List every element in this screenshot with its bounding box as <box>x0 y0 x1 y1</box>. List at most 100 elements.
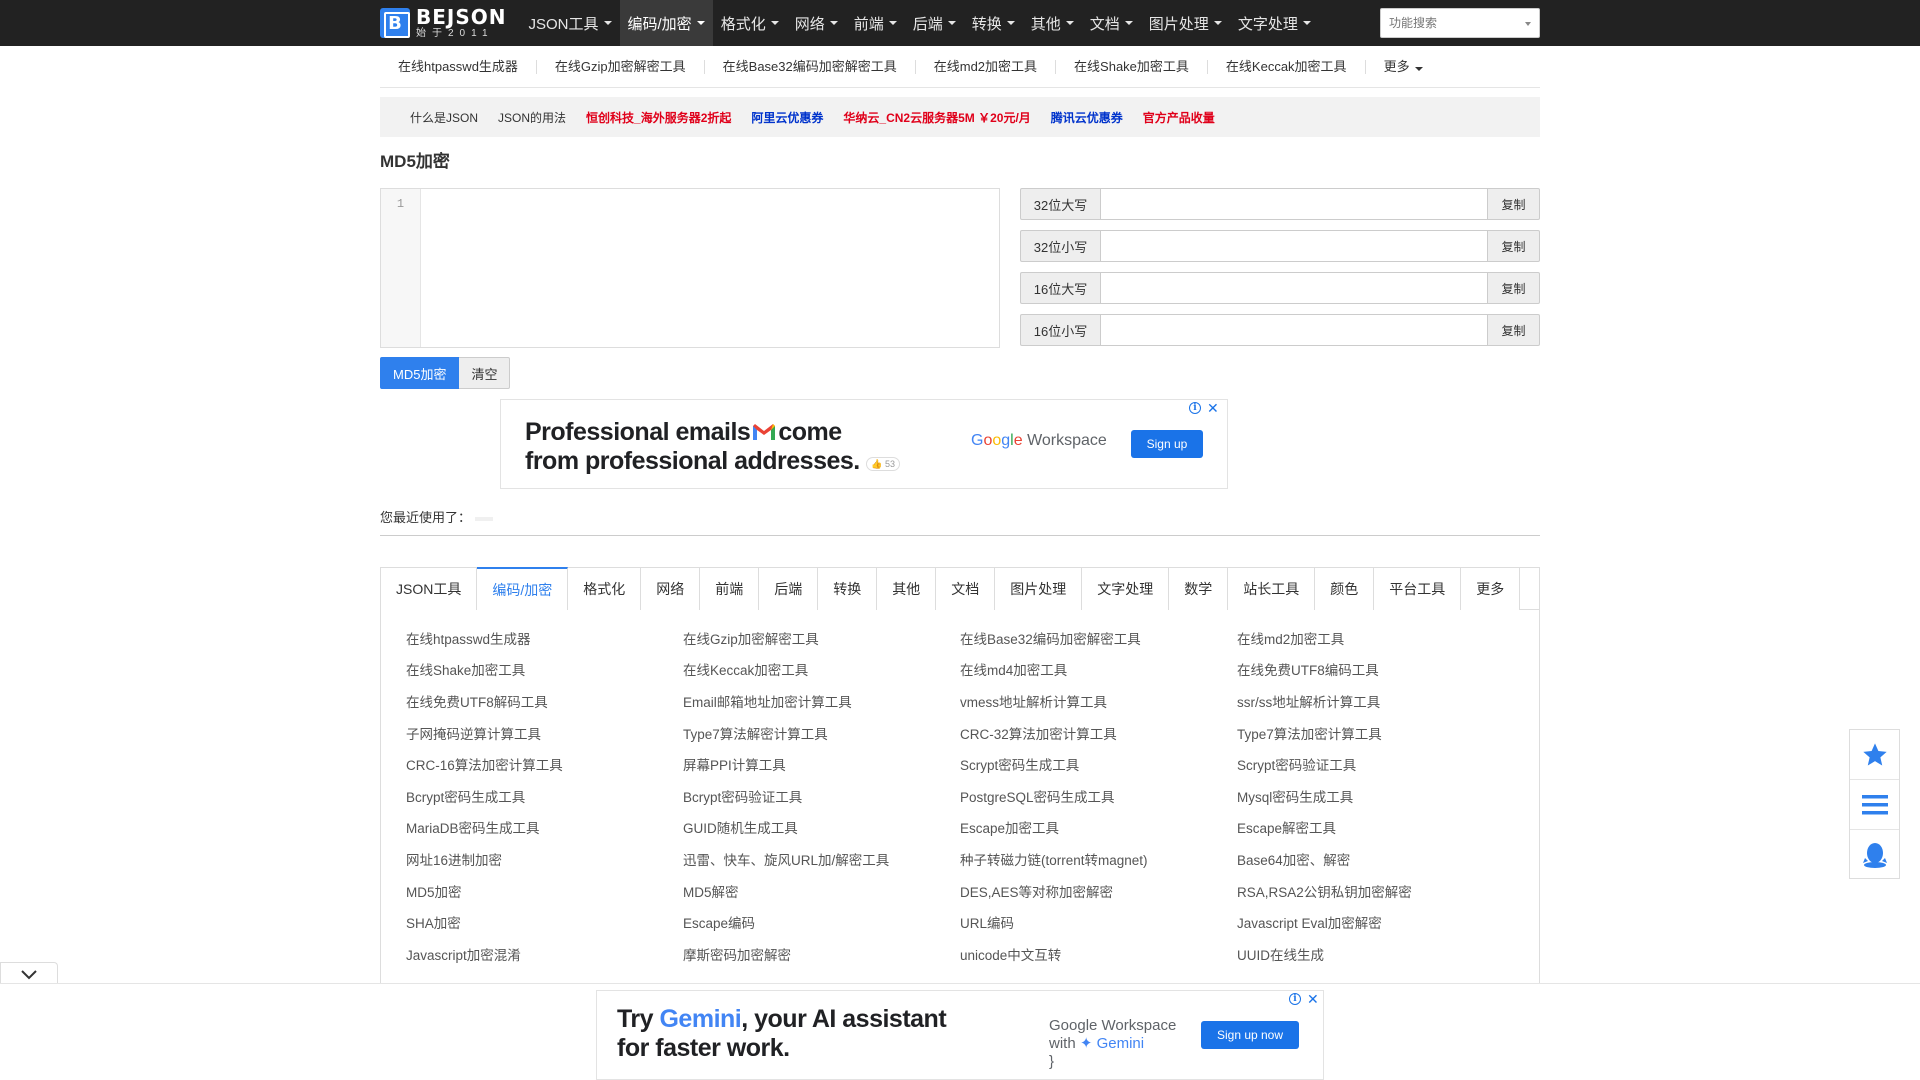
category-tab[interactable]: 前端 <box>700 568 760 610</box>
top-nav-item[interactable]: JSON工具 <box>521 0 620 46</box>
result-output-field[interactable] <box>1100 188 1488 220</box>
close-icon[interactable]: ✕ <box>1207 401 1219 415</box>
close-icon[interactable]: ✕ <box>1307 992 1319 1006</box>
notice-link[interactable]: 什么是JSON <box>410 109 478 126</box>
tool-link[interactable]: Type7算法解密计算工具 <box>683 717 960 749</box>
md5-encrypt-button[interactable]: MD5加密 <box>380 357 460 389</box>
tool-link[interactable]: UUID在线生成 <box>1237 938 1514 970</box>
tool-link[interactable]: SHA加密 <box>406 906 683 938</box>
tool-link[interactable]: DES,AES等对称加密解密 <box>960 875 1237 907</box>
notice-link[interactable]: 阿里云优惠券 <box>751 109 823 126</box>
category-tab[interactable]: JSON工具 <box>381 568 478 610</box>
tool-link[interactable]: 在线md2加密工具 <box>1237 622 1514 654</box>
tool-link[interactable]: 在线Gzip加密解密工具 <box>683 622 960 654</box>
subnav-link[interactable]: 在线Gzip加密解密工具 <box>537 59 705 74</box>
top-nav-item[interactable]: 编码/加密 <box>619 0 713 46</box>
tool-link[interactable]: Bcrypt密码生成工具 <box>406 780 683 812</box>
tool-link[interactable]: MD5加密 <box>406 875 683 907</box>
tool-link[interactable]: 在线Base32编码加密解密工具 <box>960 622 1237 654</box>
tool-link[interactable]: Javascript Eval加密解密 <box>1237 906 1514 938</box>
top-nav-item[interactable]: 后端 <box>905 0 964 46</box>
category-tab[interactable]: 后端 <box>759 568 819 610</box>
qq-contact-button[interactable] <box>1850 830 1899 880</box>
notice-link[interactable]: JSON的用法 <box>498 109 566 126</box>
category-tab[interactable]: 转换 <box>818 568 878 610</box>
tool-link[interactable]: Escape解密工具 <box>1237 812 1514 844</box>
ad-signup-button[interactable]: Sign up <box>1131 430 1203 458</box>
tool-link[interactable]: 网址16进制加密 <box>406 843 683 875</box>
category-tab[interactable]: 数学 <box>1169 568 1229 610</box>
ad-choices[interactable]: i ✕ <box>1189 401 1219 415</box>
ad-choices-bottom[interactable]: i ✕ <box>1289 992 1319 1006</box>
tool-link[interactable]: MD5解密 <box>683 875 960 907</box>
tool-link[interactable]: 子网掩码逆算计算工具 <box>406 717 683 749</box>
tool-link[interactable]: GUID随机生成工具 <box>683 812 960 844</box>
tool-link[interactable]: Bcrypt密码验证工具 <box>683 780 960 812</box>
site-logo[interactable]: B BEJSON 始于2011 <box>380 0 507 46</box>
top-nav-item[interactable]: 网络 <box>787 0 846 46</box>
top-nav-item[interactable]: 前端 <box>846 0 905 46</box>
tool-link[interactable]: 在线Shake加密工具 <box>406 654 683 686</box>
subnav-link[interactable]: 在线Keccak加密工具 <box>1208 59 1366 74</box>
category-tab[interactable]: 更多 <box>1461 568 1521 610</box>
info-icon[interactable]: i <box>1189 402 1201 414</box>
tool-link[interactable]: 摩斯密码加密解密 <box>683 938 960 970</box>
notice-link[interactable]: 官方产品收量 <box>1143 109 1215 126</box>
copy-button[interactable]: 复制 <box>1488 314 1540 346</box>
tool-link[interactable]: 在线免费UTF8编码工具 <box>1237 654 1514 686</box>
category-tab[interactable]: 网络 <box>641 568 701 610</box>
clear-button[interactable]: 清空 <box>459 357 511 389</box>
ad-banner-gemini[interactable]: i ✕ Try Gemini, your AI assistant for fa… <box>596 990 1324 1080</box>
category-tab[interactable]: 格式化 <box>568 568 642 610</box>
category-tab[interactable]: 平台工具 <box>1374 568 1462 610</box>
favorite-button[interactable] <box>1850 730 1899 780</box>
top-nav-item[interactable]: 格式化 <box>713 0 787 46</box>
category-tab[interactable]: 文字处理 <box>1082 568 1170 610</box>
tool-link[interactable]: vmess地址解析计算工具 <box>960 685 1237 717</box>
top-nav-item[interactable]: 文字处理 <box>1230 0 1319 46</box>
tool-link[interactable]: 在线Keccak加密工具 <box>683 654 960 686</box>
tool-link[interactable]: Javascript加密混淆 <box>406 938 683 970</box>
subnav-link[interactable]: 在线htpasswd生成器 <box>398 59 537 74</box>
subnav-link[interactable]: 在线Shake加密工具 <box>1056 59 1208 74</box>
gemini-signup-button[interactable]: Sign up now <box>1201 1021 1299 1049</box>
top-nav-item[interactable]: 文档 <box>1082 0 1141 46</box>
tool-link[interactable]: Type7算法加密计算工具 <box>1237 717 1514 749</box>
tool-link[interactable]: Scrypt密码生成工具 <box>960 748 1237 780</box>
result-output-field[interactable] <box>1100 230 1488 262</box>
result-output-field[interactable] <box>1100 272 1488 304</box>
tool-link[interactable]: Mysql密码生成工具 <box>1237 780 1514 812</box>
copy-button[interactable]: 复制 <box>1488 272 1540 304</box>
top-nav-item[interactable]: 图片处理 <box>1141 0 1230 46</box>
top-nav-item[interactable]: 转换 <box>964 0 1023 46</box>
tool-link[interactable]: 屏幕PPI计算工具 <box>683 748 960 780</box>
result-output-field[interactable] <box>1100 314 1488 346</box>
tool-link[interactable]: CRC-32算法加密计算工具 <box>960 717 1237 749</box>
category-tab[interactable]: 颜色 <box>1315 568 1375 610</box>
tool-link[interactable]: ssr/ss地址解析计算工具 <box>1237 685 1514 717</box>
tool-link[interactable]: RSA,RSA2公钥私钥加密解密 <box>1237 875 1514 907</box>
category-tab[interactable]: 站长工具 <box>1228 568 1316 610</box>
tool-link[interactable]: 在线免费UTF8解码工具 <box>406 685 683 717</box>
feature-search-input[interactable] <box>1389 16 1509 30</box>
tool-link[interactable]: Escape加密工具 <box>960 812 1237 844</box>
copy-button[interactable]: 复制 <box>1488 188 1540 220</box>
notice-link[interactable]: 恒创科技_海外服务器2折起 <box>586 109 731 126</box>
tool-link[interactable]: CRC-16算法加密计算工具 <box>406 748 683 780</box>
tool-link[interactable]: Email邮箱地址加密计算工具 <box>683 685 960 717</box>
category-tab[interactable]: 文档 <box>936 568 996 610</box>
category-tab[interactable]: 编码/加密 <box>477 567 569 610</box>
tool-link[interactable]: 在线htpasswd生成器 <box>406 622 683 654</box>
tool-link[interactable]: Scrypt密码验证工具 <box>1237 748 1514 780</box>
tool-link[interactable]: 种子转磁力链(torrent转magnet) <box>960 843 1237 875</box>
notice-link[interactable]: 腾讯云优惠券 <box>1051 109 1123 126</box>
copy-button[interactable]: 复制 <box>1488 230 1540 262</box>
feature-search-select[interactable] <box>1380 8 1540 38</box>
tool-link[interactable]: PostgreSQL密码生成工具 <box>960 780 1237 812</box>
category-tab[interactable]: 图片处理 <box>995 568 1083 610</box>
tool-link[interactable]: URL编码 <box>960 906 1237 938</box>
tool-link[interactable]: 在线md4加密工具 <box>960 654 1237 686</box>
info-icon[interactable]: i <box>1289 993 1301 1005</box>
category-tab[interactable]: 其他 <box>877 568 937 610</box>
subnav-link[interactable]: 在线md2加密工具 <box>916 59 1057 74</box>
